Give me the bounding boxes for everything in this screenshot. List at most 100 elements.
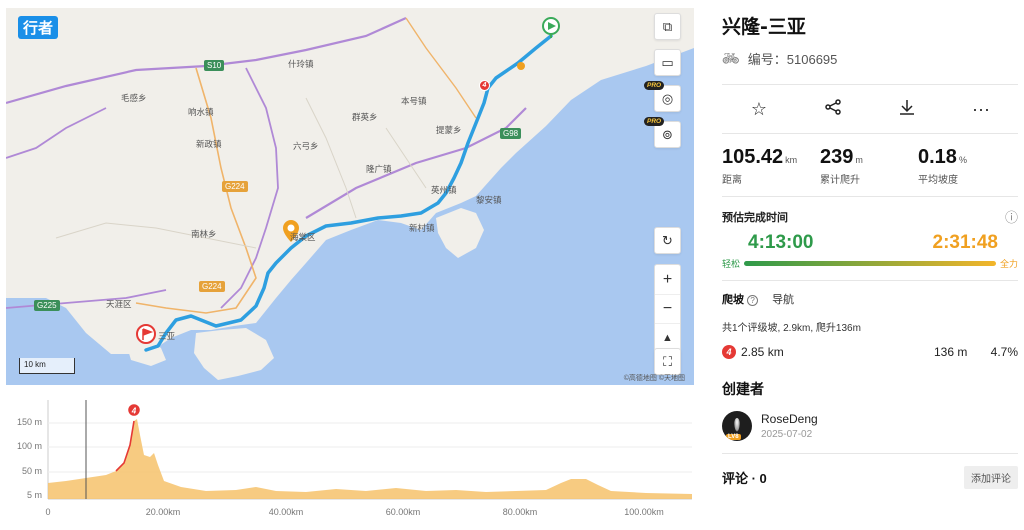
comments-header: 评论 · 0 添加评论: [722, 453, 1018, 489]
x-tick: 80.00km: [502, 507, 538, 517]
reset-view-icon[interactable]: ↻: [654, 227, 681, 254]
estimate-title: 预估完成时间: [722, 211, 788, 224]
creator-name[interactable]: RoseDeng: [761, 412, 818, 426]
route-map[interactable]: 行者 什玲镇 毛感乡 响水镇 新政镇 本号镇 群英乡 六弓乡 提蒙乡 隆广镇 英…: [6, 8, 694, 385]
place-label: 海棠区: [290, 233, 316, 243]
x-tick: 40.00km: [268, 507, 304, 517]
waypoint-dot: [517, 62, 525, 70]
stat-unit: m: [855, 155, 863, 165]
creator-date: 2025-07-02: [761, 429, 813, 440]
tab-climb[interactable]: 爬坡 ?: [722, 291, 759, 307]
stat-value: 0.18: [918, 146, 957, 168]
climb-marker[interactable]: 4: [479, 80, 490, 91]
scale-bar: 10 km: [19, 358, 75, 374]
time-row: 4:13:00 2:31:48: [722, 232, 1018, 254]
pro-badge: PRO: [644, 81, 665, 90]
creator-title: 创建者: [722, 381, 764, 397]
zoom-in-icon[interactable]: +: [655, 265, 680, 294]
climb-list-item[interactable]: 4 2.85 km 136 m 4.7%: [722, 345, 1018, 359]
stat-climb: 239 m 累计爬升: [820, 146, 918, 186]
place-label: 南林乡: [191, 230, 217, 240]
share-icon[interactable]: [813, 98, 853, 121]
road-badge: S10: [204, 60, 225, 71]
download-icon[interactable]: [887, 98, 927, 121]
place-label: 响水镇: [188, 108, 214, 118]
climb-gain: 136 m: [934, 345, 968, 359]
road-badge: G224: [222, 181, 248, 192]
stat-label: 平均坡度: [918, 175, 958, 186]
climb-distance: 2.85 km: [741, 345, 784, 359]
climb-summary: 共1个评级坡, 2.9km, 爬升136m: [722, 323, 861, 334]
road-badge: G224: [199, 281, 225, 292]
place-label: 三亚: [158, 332, 176, 342]
more-icon[interactable]: ···: [961, 99, 1001, 120]
tab-bar: 爬坡 ? 导航: [722, 291, 1018, 307]
route-id: 编号：5106695: [747, 52, 838, 67]
route-info-panel: 兴隆-三亚 🚲︎ 编号：5106695 ☆ ··· 105.42 km 距离 23…: [722, 8, 1018, 489]
stats-row: 105.42 km 距离 239 m 累计爬升 0.18% 平均坡度: [722, 146, 1018, 186]
place-label: 英州镇: [431, 186, 457, 196]
comments-title: 评论 · 0: [722, 471, 767, 486]
x-tick: 20.00km: [145, 507, 181, 517]
stat-label: 距离: [722, 175, 742, 186]
stat-value: 105.42: [722, 146, 784, 168]
place-label: 六弓乡: [293, 142, 319, 152]
place-label: 黎安镇: [476, 196, 502, 206]
place-label: 天涯区: [106, 300, 132, 310]
elevation-area: [48, 419, 692, 499]
elevation-chart[interactable]: 150 m 100 m 50 m 5 m 4 0 20.00km 40.00km…: [6, 395, 694, 525]
brand-logo: 行者: [18, 16, 59, 39]
pro-badge: PRO: [644, 117, 665, 126]
minor-road: [55, 222, 257, 249]
zoom-out-icon[interactable]: −: [655, 294, 680, 323]
zoom-controls: + − ▲: [654, 264, 681, 353]
add-comment-button[interactable]: 添加评论: [964, 466, 1018, 489]
help-icon[interactable]: ?: [747, 295, 759, 306]
route-detail-page: 行者 什玲镇 毛感乡 响水镇 新政镇 本号镇 群英乡 六弓乡 提蒙乡 隆广镇 英…: [0, 0, 1024, 530]
sea-area: [6, 48, 694, 385]
easy-label: 轻松: [722, 259, 741, 269]
place-label: 隆广镇: [366, 165, 392, 175]
place-label: 毛感乡: [121, 94, 147, 104]
stat-distance: 105.42 km 距离: [722, 146, 820, 186]
minor-road: [385, 127, 427, 189]
minor-road: [305, 97, 357, 219]
place-label: 提蒙乡: [436, 126, 462, 136]
info-icon[interactable]: ⓘ: [1005, 207, 1018, 226]
start-marker: [542, 17, 560, 38]
action-bar: ☆ ···: [722, 84, 1018, 134]
stat-label: 累计爬升: [820, 175, 860, 186]
x-tick: 0: [45, 507, 51, 517]
elevation-plot: 4: [47, 400, 692, 500]
climb-grade: 4.7%: [990, 345, 1018, 359]
climb-category-badge: 4: [722, 345, 736, 359]
road-badge: G225: [34, 300, 60, 311]
place-label: 新政镇: [196, 140, 222, 150]
effort-bar: [744, 261, 996, 266]
book-icon[interactable]: ▭: [654, 49, 681, 76]
road-badge: G98: [500, 128, 522, 139]
stat-grade: 0.18% 平均坡度: [918, 146, 1016, 186]
copy-icon[interactable]: ⧉: [654, 13, 681, 40]
easy-time: 4:13:00: [748, 232, 814, 253]
effort-gradient: 轻松 全力: [722, 257, 1018, 270]
place-label: 什玲镇: [288, 60, 314, 70]
avatar[interactable]: LV8: [722, 411, 752, 441]
x-tick: 100.00km: [624, 507, 664, 517]
map-base: [6, 16, 694, 385]
stat-unit: km: [785, 155, 798, 165]
finish-marker: [136, 324, 156, 344]
fullscreen-icon[interactable]: ⛶: [654, 348, 681, 375]
creator-row[interactable]: LV8 RoseDeng 2025-07-02: [722, 411, 1018, 441]
star-icon[interactable]: ☆: [739, 99, 779, 120]
place-label: 新村镇: [409, 224, 435, 234]
place-label: 群英乡: [352, 113, 378, 123]
x-tick: 60.00km: [385, 507, 421, 517]
estimate-section: 预估完成时间 ⓘ 4:13:00 2:31:48 轻松 全力: [722, 207, 1018, 270]
stat-unit: %: [958, 155, 967, 165]
tab-navigation[interactable]: 导航: [772, 291, 794, 307]
full-time: 2:31:48: [932, 232, 999, 253]
expressway: [6, 107, 107, 159]
route-id-row: 🚲︎ 编号：5106695: [722, 49, 1018, 68]
bike-icon: 🚲︎: [722, 50, 740, 66]
